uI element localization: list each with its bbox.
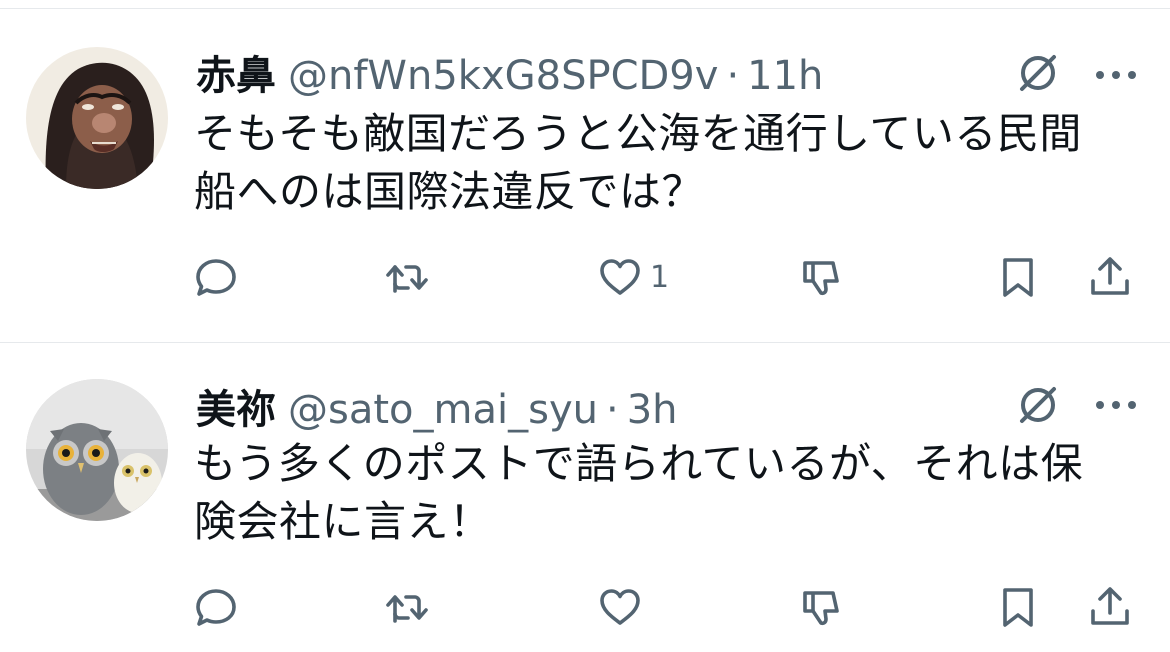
display-name[interactable]: 赤鼻 (196, 43, 276, 101)
heart-icon (600, 589, 640, 625)
reply-icon (196, 259, 236, 296)
post-header: 美祢 @sato_mai_syu · 3h (196, 377, 678, 433)
more-icon[interactable] (1094, 65, 1138, 85)
display-name[interactable]: 美祢 (196, 377, 276, 435)
share-button[interactable] (1088, 585, 1132, 629)
share-icon (1091, 257, 1129, 295)
like-button[interactable] (598, 585, 650, 629)
more-icon[interactable] (1094, 395, 1138, 415)
tweet-text: もう多くのポストで語られているが、それは保 険会社に言え！ (194, 435, 1144, 551)
thumbs-down-icon (803, 261, 839, 296)
post[interactable]: 美祢 @sato_mai_syu · 3h もう多くのポストで語られているが、そ… (0, 343, 1170, 652)
like-count: 1 (650, 259, 670, 295)
share-button[interactable] (1088, 255, 1132, 299)
like-button[interactable]: 1 (598, 255, 669, 299)
post-time[interactable]: 11h (747, 53, 823, 99)
tweet-text-line: 船へのは国際法違反では？ (194, 167, 705, 216)
hooded-character-avatar-image (26, 47, 168, 189)
tweet-text-line: もう多くのポストで語られているが、それは保 (194, 439, 1084, 488)
reply-icon (196, 589, 236, 626)
heart-icon (600, 259, 640, 295)
bookmark-icon (1003, 258, 1033, 297)
repost-icon (386, 265, 428, 293)
thumbs-down-icon (803, 591, 839, 626)
bookmark-button[interactable] (996, 585, 1040, 629)
separator-dot: · (605, 387, 619, 433)
tweet-text-line: 険会社に言え！ (194, 497, 492, 546)
top-divider (0, 0, 1170, 9)
avatar[interactable] (26, 47, 168, 189)
repost-button[interactable] (385, 585, 429, 629)
action-bar: 1 (0, 245, 1170, 305)
post-header: 赤鼻 @nfWn5kxG8SPCD9v · 11h (196, 43, 823, 99)
avatar[interactable] (26, 379, 168, 521)
reply-button[interactable] (194, 585, 238, 629)
dislike-button[interactable] (799, 585, 843, 629)
tweet-text-line: そもそも敵国だろうと公海を通行している民間 (194, 109, 1082, 158)
separator-dot: · (726, 53, 740, 99)
owl-figurines-avatar-image (26, 379, 168, 521)
grok-icon[interactable] (1015, 382, 1061, 428)
bookmark-button[interactable] (996, 255, 1040, 299)
post-time[interactable]: 3h (627, 387, 678, 433)
repost-button[interactable] (385, 255, 429, 299)
post[interactable]: 赤鼻 @nfWn5kxG8SPCD9v · 11h そもそも敵国だろうと公海を通… (0, 9, 1170, 343)
tweet-text: そもそも敵国だろうと公海を通行している民間 船へのは国際法違反では？ (194, 105, 1144, 221)
action-bar (0, 575, 1170, 635)
reply-button[interactable] (194, 255, 238, 299)
grok-icon[interactable] (1015, 50, 1061, 96)
user-handle[interactable]: @nfWn5kxG8SPCD9v (288, 53, 718, 99)
repost-icon (386, 595, 428, 623)
user-handle[interactable]: @sato_mai_syu (288, 387, 598, 433)
bookmark-icon (1003, 588, 1033, 627)
dislike-button[interactable] (799, 255, 843, 299)
share-icon (1091, 587, 1129, 625)
